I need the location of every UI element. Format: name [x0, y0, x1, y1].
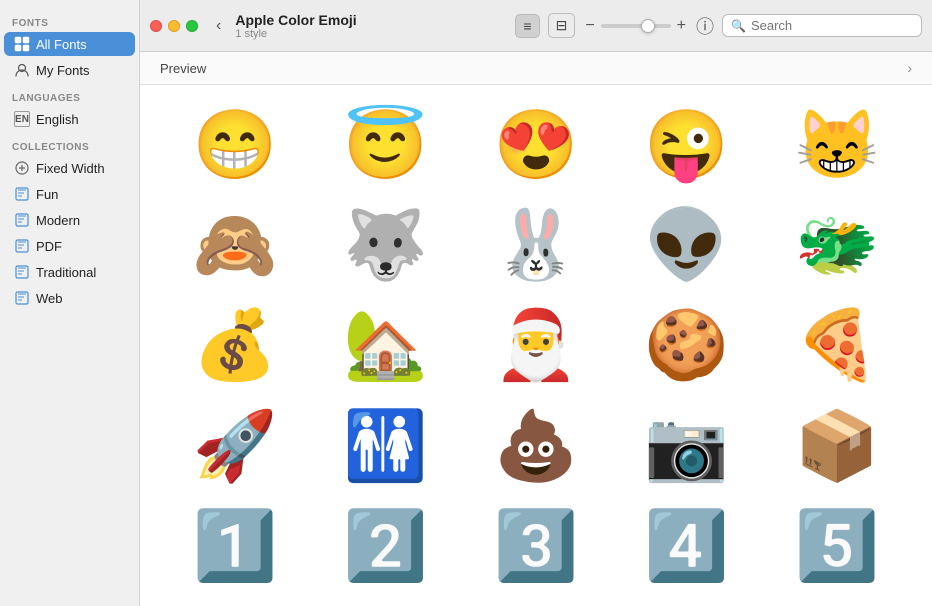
- emoji-cell[interactable]: 🚀: [160, 396, 310, 496]
- emoji-cell[interactable]: 😁: [160, 95, 310, 195]
- fun-icon: [14, 186, 30, 202]
- grid-view-icon: ⊟: [556, 17, 568, 34]
- back-button[interactable]: ‹: [210, 15, 227, 37]
- list-view-icon: ≡: [523, 18, 531, 34]
- sidebar-item-my-fonts[interactable]: My Fonts: [4, 58, 135, 82]
- size-increase-button[interactable]: +: [675, 17, 688, 35]
- emoji-cell[interactable]: 💩: [461, 396, 611, 496]
- size-slider-track[interactable]: [601, 24, 671, 28]
- pdf-label: PDF: [36, 239, 62, 254]
- emoji-cell[interactable]: 2️⃣: [310, 496, 460, 596]
- minimize-button[interactable]: [168, 20, 180, 32]
- emoji-cell[interactable]: 🙈: [160, 195, 310, 295]
- emoji-cell[interactable]: 📷: [611, 396, 761, 496]
- my-fonts-icon: [14, 62, 30, 78]
- emoji-cell[interactable]: 😇: [310, 95, 460, 195]
- emoji-cell[interactable]: 5️⃣: [762, 496, 912, 596]
- emoji-cell[interactable]: 1️⃣: [160, 496, 310, 596]
- emoji-cell[interactable]: 🏡: [310, 295, 460, 395]
- sidebar-item-english[interactable]: EN English: [4, 107, 135, 131]
- emoji-cell[interactable]: 😍: [461, 95, 611, 195]
- web-label: Web: [36, 291, 63, 306]
- emoji-cell[interactable]: 😸: [762, 95, 912, 195]
- preview-header: Preview ›: [140, 52, 932, 85]
- emoji-cell[interactable]: 🍕: [762, 295, 912, 395]
- sidebar-item-modern[interactable]: Modern: [4, 208, 135, 232]
- sidebar-item-fixed-width[interactable]: Fixed Width: [4, 156, 135, 180]
- size-slider-thumb[interactable]: [641, 19, 655, 33]
- all-fonts-label: All Fonts: [36, 37, 87, 52]
- sidebar-item-traditional[interactable]: Traditional: [4, 260, 135, 284]
- emoji-cell[interactable]: 4️⃣: [611, 496, 761, 596]
- sidebar-item-all-fonts[interactable]: All Fonts: [4, 32, 135, 56]
- emoji-cell[interactable]: 🐺: [310, 195, 460, 295]
- emoji-cell[interactable]: 3️⃣: [461, 496, 611, 596]
- web-icon: [14, 290, 30, 306]
- size-slider-group: − +: [583, 17, 688, 35]
- maximize-button[interactable]: [186, 20, 198, 32]
- close-button[interactable]: [150, 20, 162, 32]
- emoji-cell[interactable]: 🐲: [762, 195, 912, 295]
- emoji-cell[interactable]: 😜: [611, 95, 761, 195]
- emoji-grid: 😁😇😍😜😸 🙈🐺🐰👽🐲 💰🏡🎅🍪🍕 🚀🚻💩📷📦 1️⃣2️⃣3️⃣4️⃣5️⃣: [140, 85, 932, 606]
- modern-label: Modern: [36, 213, 80, 228]
- preview-chevron-icon: ›: [907, 60, 912, 76]
- all-fonts-icon: [14, 36, 30, 52]
- pdf-icon: [14, 238, 30, 254]
- languages-section-label: Languages: [0, 83, 139, 106]
- size-decrease-button[interactable]: −: [583, 17, 596, 35]
- window-controls: [150, 20, 198, 32]
- fonts-section-label: Fonts: [0, 8, 139, 31]
- search-icon: 🔍: [731, 19, 746, 33]
- emoji-cell[interactable]: 🎅: [461, 295, 611, 395]
- emoji-cell[interactable]: 💰: [160, 295, 310, 395]
- sidebar: Fonts All Fonts My Fonts Languages EN En…: [0, 0, 140, 606]
- fun-label: Fun: [36, 187, 58, 202]
- titlebar: ‹ Apple Color Emoji 1 style ≡ ⊟ − + ⓘ: [140, 0, 932, 52]
- sidebar-item-pdf[interactable]: PDF: [4, 234, 135, 258]
- toolbar-controls: ≡ ⊟ − + ⓘ 🔍: [515, 13, 922, 39]
- fixed-width-icon: [14, 160, 30, 176]
- fixed-width-label: Fixed Width: [36, 161, 105, 176]
- my-fonts-label: My Fonts: [36, 63, 89, 78]
- font-title: Apple Color Emoji: [235, 12, 507, 28]
- emoji-cell[interactable]: 🐰: [461, 195, 611, 295]
- english-label: English: [36, 112, 79, 127]
- sidebar-item-web[interactable]: Web: [4, 286, 135, 310]
- search-box: 🔍: [722, 14, 922, 37]
- collections-section-label: Collections: [0, 132, 139, 155]
- emoji-cell[interactable]: 📦: [762, 396, 912, 496]
- traditional-icon: [14, 264, 30, 280]
- font-subtitle: 1 style: [235, 28, 507, 40]
- modern-icon: [14, 212, 30, 228]
- font-title-block: Apple Color Emoji 1 style: [235, 12, 507, 40]
- search-input[interactable]: [751, 18, 913, 33]
- emoji-cell[interactable]: 👽: [611, 195, 761, 295]
- sidebar-item-fun[interactable]: Fun: [4, 182, 135, 206]
- english-icon: EN: [14, 111, 30, 127]
- emoji-cell[interactable]: 🍪: [611, 295, 761, 395]
- traditional-label: Traditional: [36, 265, 96, 280]
- main-content: ‹ Apple Color Emoji 1 style ≡ ⊟ − + ⓘ: [140, 0, 932, 606]
- grid-view-button[interactable]: ⊟: [548, 13, 576, 38]
- emoji-cell[interactable]: 🚻: [310, 396, 460, 496]
- list-view-button[interactable]: ≡: [515, 14, 539, 38]
- info-icon: ⓘ: [696, 17, 714, 37]
- info-button[interactable]: ⓘ: [696, 13, 714, 39]
- preview-label: Preview: [160, 61, 206, 76]
